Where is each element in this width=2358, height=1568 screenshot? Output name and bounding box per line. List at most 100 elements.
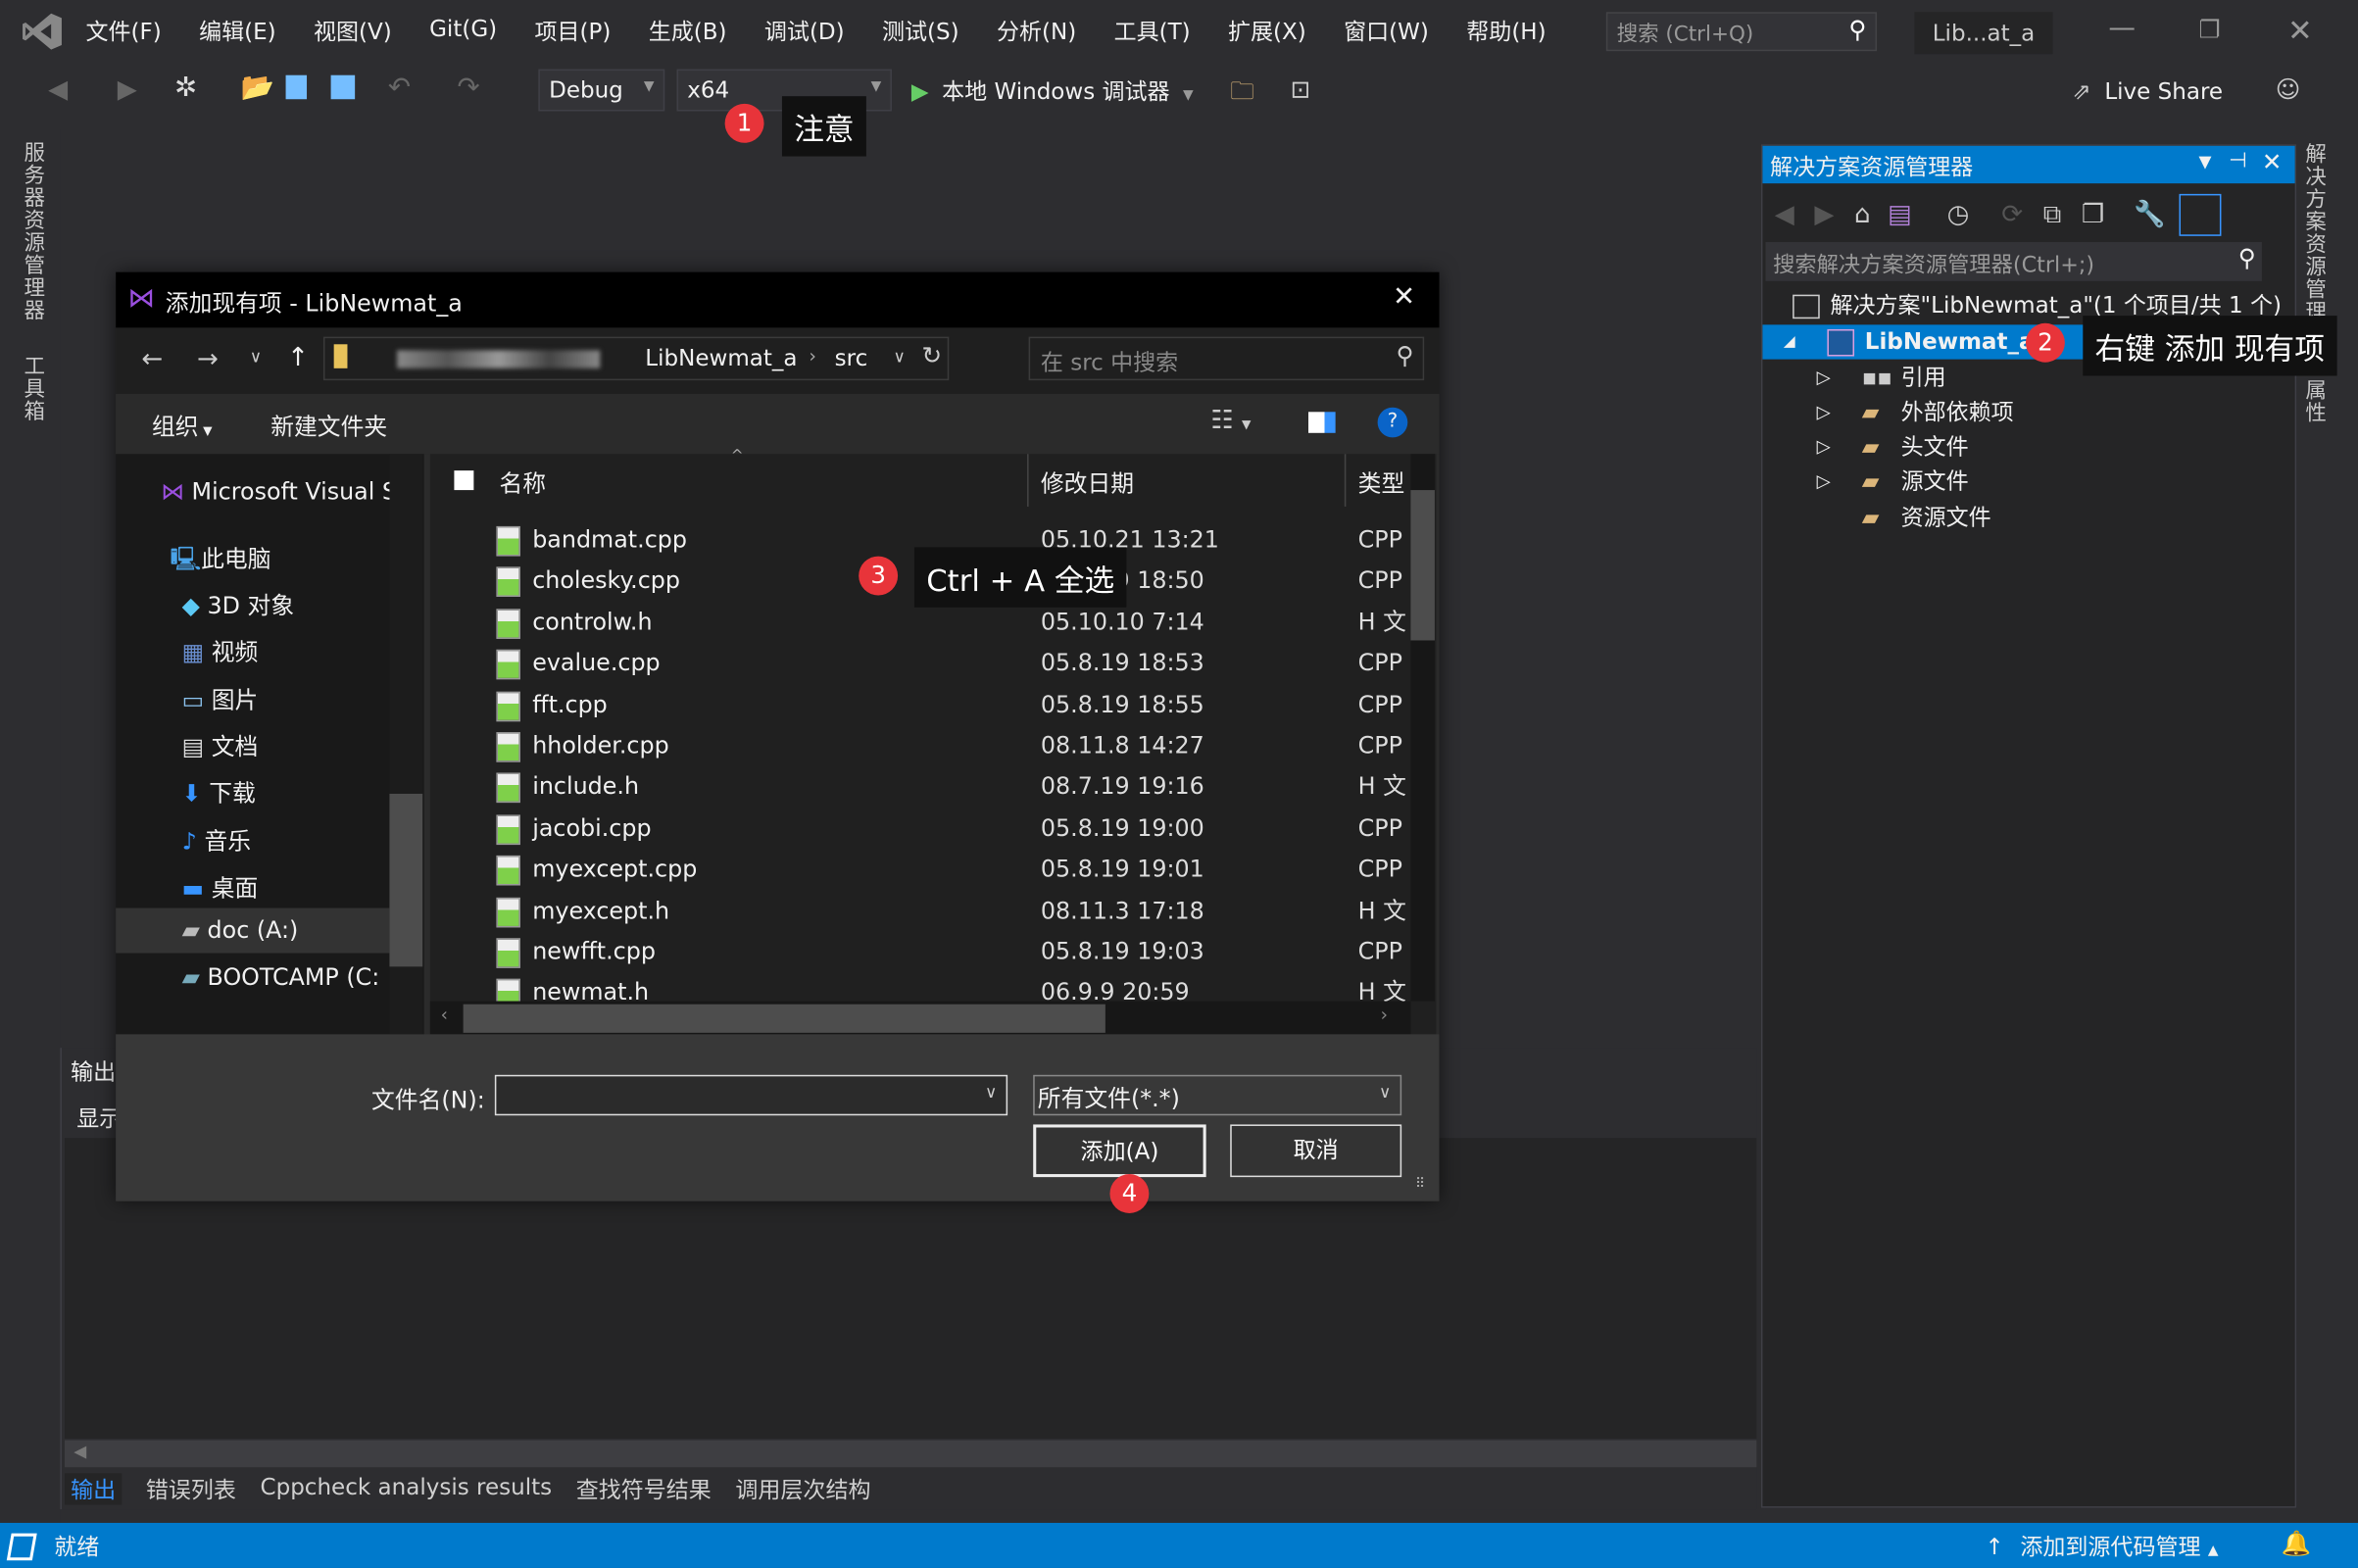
tab-call-hierarchy[interactable]: 调用层次结构: [735, 1473, 870, 1504]
cancel-button[interactable]: 取消: [1230, 1124, 1402, 1178]
minimize-icon[interactable]: —: [2108, 12, 2136, 43]
browse-icon[interactable]: 🗀: [1230, 75, 1254, 116]
menu-extensions[interactable]: 扩展(X): [1228, 15, 1306, 46]
file-type-select[interactable]: 所有文件(*.*) ∨: [1033, 1074, 1402, 1116]
file-v-scrollbar[interactable]: [1410, 454, 1435, 1002]
server-explorer-tab[interactable]: 服务器资源管理器: [18, 141, 48, 321]
file-row[interactable]: hholder.cpp 08.11.8 14:27 CPP: [430, 726, 1407, 766]
organize-button[interactable]: 组织 ▼: [152, 409, 213, 442]
add-to-source-control[interactable]: ↑ 添加到源代码管理 ▲: [1986, 1531, 2219, 1562]
file-row[interactable]: myexcept.cpp 05.8.19 19:01 CPP: [430, 850, 1407, 890]
pending-changes-icon[interactable]: ◷: [1947, 200, 1970, 230]
show-all-files-icon[interactable]: ❐: [2082, 200, 2104, 230]
menu-edit[interactable]: 编辑(E): [199, 15, 276, 46]
run-debugger-button[interactable]: ▶ 本地 Windows 调试器 ▼: [911, 75, 1194, 107]
collapse-all-icon[interactable]: ⧉: [2043, 200, 2062, 230]
nav-drive-a[interactable]: ▰ doc (A:): [182, 917, 299, 945]
menu-tools[interactable]: 工具(T): [1114, 15, 1191, 46]
refresh-icon[interactable]: ↻: [922, 341, 943, 369]
file-row[interactable]: myexcept.h 08.11.3 17:18 H 文: [430, 891, 1407, 931]
restore-icon[interactable]: ❐: [2198, 15, 2220, 43]
output-h-scrollbar[interactable]: ◀: [64, 1440, 1757, 1468]
view-options-icon[interactable]: ☷ ▼: [1210, 406, 1251, 436]
file-v-scroll-thumb[interactable]: [1410, 490, 1435, 641]
properties-wrench-icon[interactable]: 🔧: [2134, 200, 2165, 230]
global-search-input[interactable]: 搜索 (Ctrl+Q) ⚲: [1605, 12, 1878, 52]
column-date[interactable]: 修改日期: [1041, 466, 1134, 500]
tab-cppcheck[interactable]: Cppcheck analysis results: [261, 1473, 553, 1504]
close-panel-icon[interactable]: ✕: [2262, 147, 2283, 175]
preview-pane-icon[interactable]: [1308, 412, 1336, 433]
properties-side-tab[interactable]: 属性: [2299, 379, 2330, 424]
file-h-scroll-thumb[interactable]: [463, 1004, 1105, 1033]
file-row[interactable]: newmat.h 06.9.9 20:59 H 文: [430, 973, 1407, 1002]
nav-3d-objects[interactable]: ◆ 3D 对象: [182, 588, 294, 621]
back-icon[interactable]: ◀: [48, 75, 68, 106]
nav-documents[interactable]: ▤ 文档: [182, 729, 259, 762]
menu-debug[interactable]: 调试(D): [764, 15, 845, 46]
file-row[interactable]: controlw.h 05.10.10 7:14 H 文: [430, 603, 1407, 643]
close-icon[interactable]: ✕: [2287, 12, 2313, 48]
notifications-bell-icon[interactable]: 🔔: [2282, 1529, 2312, 1557]
sync-icon[interactable]: ⟳: [2001, 200, 2023, 230]
menu-test[interactable]: 测试(S): [882, 15, 959, 46]
pin-icon[interactable]: ⊣: [2229, 149, 2247, 173]
back-icon[interactable]: ◀: [1775, 200, 1794, 230]
menu-view[interactable]: 视图(V): [314, 15, 392, 46]
live-share-button[interactable]: ⇗ Live Share: [2073, 78, 2224, 106]
tab-error-list[interactable]: 错误列表: [146, 1473, 236, 1504]
tree-header-files[interactable]: ▷ ▰ 头文件: [1762, 430, 2294, 465]
chevron-down-icon[interactable]: ∨: [893, 347, 905, 367]
new-project-icon[interactable]: ✲: [174, 73, 197, 104]
tab-output[interactable]: 输出: [64, 1473, 123, 1505]
resize-grip-icon[interactable]: ⠿: [1415, 1177, 1425, 1192]
back-arrow-icon[interactable]: ←: [141, 344, 163, 374]
menu-file[interactable]: 文件(F): [85, 15, 161, 46]
nav-downloads[interactable]: ⬇ 下载: [182, 776, 256, 809]
select-all-checkbox[interactable]: [454, 470, 474, 491]
folder-search-input[interactable]: 在 src 中搜索 ⚲: [1028, 336, 1425, 381]
up-arrow-icon[interactable]: ↑: [287, 343, 309, 373]
preview-toggle-icon[interactable]: [2179, 193, 2222, 236]
dropdown-icon[interactable]: ▼: [2198, 152, 2211, 172]
new-folder-button[interactable]: 新建文件夹: [270, 409, 387, 442]
nav-music[interactable]: ♪ 音乐: [182, 824, 251, 858]
file-row[interactable]: newfft.cpp 05.8.19 19:03 CPP: [430, 932, 1407, 972]
column-name[interactable]: 名称: [499, 466, 546, 500]
breadcrumb-src[interactable]: src: [835, 344, 868, 371]
recent-chevron-icon[interactable]: ∨: [250, 347, 262, 367]
filename-input[interactable]: ∨: [494, 1074, 1008, 1116]
forward-icon[interactable]: ▶: [118, 75, 137, 106]
breadcrumb-project[interactable]: LibNewmat_a: [645, 344, 797, 371]
home-icon[interactable]: ⌂: [1854, 200, 1871, 230]
nav-pictures[interactable]: ▭ 图片: [182, 682, 259, 715]
config-select[interactable]: Debug ▼: [538, 69, 665, 112]
add-button[interactable]: 添加(A): [1033, 1124, 1206, 1178]
menu-build[interactable]: 生成(B): [649, 15, 727, 46]
undo-icon[interactable]: ↶: [388, 73, 411, 104]
tree-external-deps[interactable]: ▷ ▰ 外部依赖项: [1762, 395, 2294, 429]
scroll-left-icon[interactable]: ‹: [441, 1004, 448, 1025]
tab-find-symbol[interactable]: 查找符号结果: [576, 1473, 712, 1504]
menu-help[interactable]: 帮助(H): [1466, 15, 1546, 46]
switch-views-icon[interactable]: ▤: [1888, 200, 1912, 230]
open-folder-icon[interactable]: 📂: [241, 73, 274, 104]
file-h-scrollbar[interactable]: ‹ ›: [429, 1001, 1411, 1035]
menu-window[interactable]: 窗口(W): [1344, 15, 1429, 46]
scroll-right-icon[interactable]: ›: [1381, 1004, 1388, 1025]
toolbox-tab[interactable]: 工具箱: [18, 355, 48, 422]
nav-videos[interactable]: ▦ 视频: [182, 634, 259, 667]
address-bar[interactable]: LibNewmat_a › src ∨ ↻: [322, 336, 950, 381]
file-row[interactable]: jacobi.cpp 05.8.19 19:00 CPP: [430, 808, 1407, 849]
menu-git[interactable]: Git(G): [429, 15, 497, 46]
save-icon[interactable]: [285, 74, 308, 100]
menu-project[interactable]: 项目(P): [535, 15, 612, 46]
dialog-close-icon[interactable]: ✕: [1393, 281, 1415, 313]
file-row[interactable]: evalue.cpp 05.8.19 18:53 CPP: [430, 644, 1407, 684]
screenshot-icon[interactable]: ⊡: [1291, 75, 1311, 104]
file-row[interactable]: fft.cpp 05.8.19 18:55 CPP: [430, 685, 1407, 725]
nav-scrollbar[interactable]: [389, 454, 423, 1035]
file-row[interactable]: include.h 08.7.19 19:16 H 文: [430, 767, 1407, 808]
menu-analyze[interactable]: 分析(N): [997, 15, 1076, 46]
redo-icon[interactable]: ↷: [457, 73, 479, 104]
